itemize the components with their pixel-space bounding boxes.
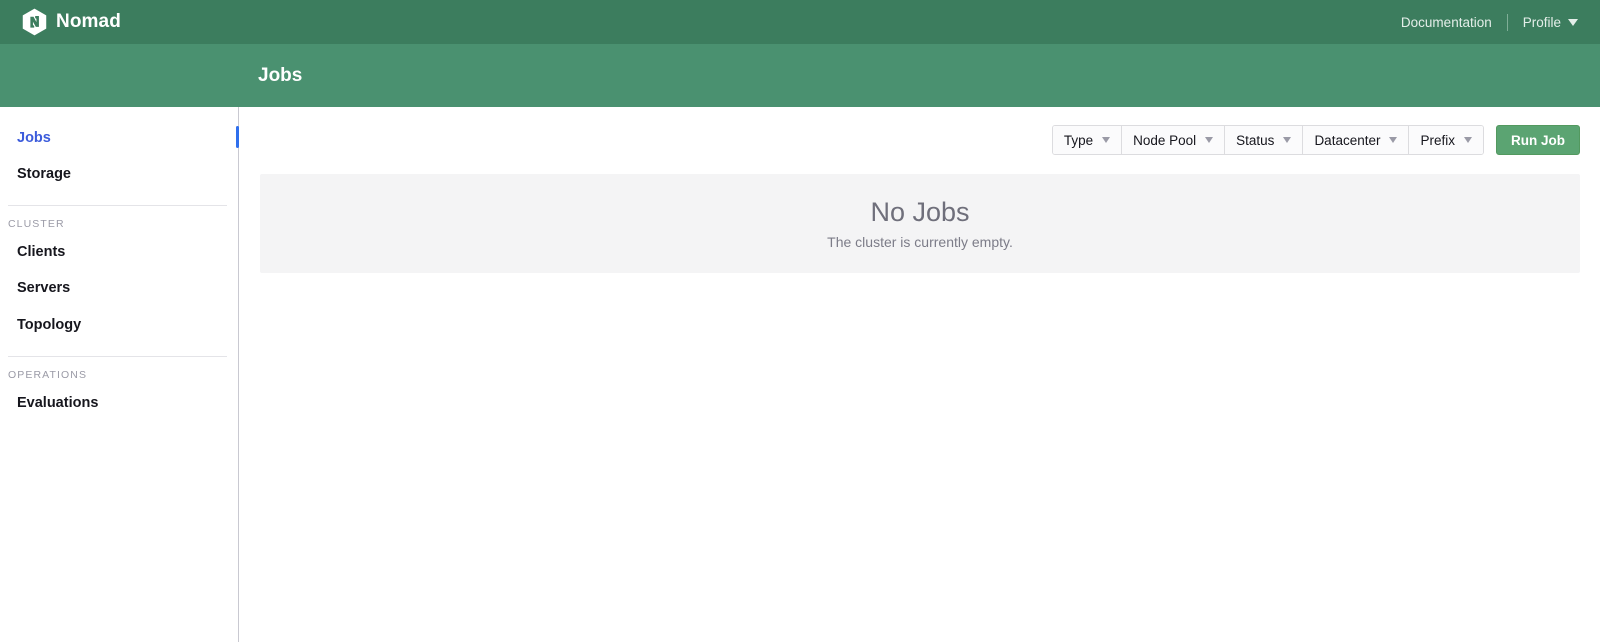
filter-label: Prefix bbox=[1420, 133, 1455, 148]
jobs-toolbar: Type Node Pool Status Datacenter Prefix … bbox=[240, 107, 1600, 155]
sidebar-item-clients[interactable]: Clients bbox=[0, 234, 238, 270]
chevron-down-icon bbox=[1205, 137, 1213, 143]
active-indicator-bar bbox=[236, 126, 239, 148]
filter-node-pool-dropdown[interactable]: Node Pool bbox=[1122, 126, 1225, 154]
filter-label: Node Pool bbox=[1133, 133, 1196, 148]
sidebar-item-label: Servers bbox=[17, 280, 70, 296]
sidebar-item-topology[interactable]: Topology bbox=[0, 307, 238, 343]
sidebar-item-jobs[interactable]: Jobs bbox=[0, 120, 238, 156]
chevron-down-icon bbox=[1464, 137, 1472, 143]
sidebar-item-label: Clients bbox=[17, 244, 65, 260]
sidebar-item-label: Jobs bbox=[17, 130, 51, 146]
sidebar-item-label: Storage bbox=[17, 166, 71, 182]
profile-menu-button[interactable]: Profile bbox=[1523, 15, 1578, 30]
filter-label: Type bbox=[1064, 133, 1093, 148]
filter-datacenter-dropdown[interactable]: Datacenter bbox=[1303, 126, 1409, 154]
chevron-down-icon bbox=[1102, 137, 1110, 143]
filter-prefix-dropdown[interactable]: Prefix bbox=[1409, 126, 1483, 154]
chevron-down-icon bbox=[1283, 137, 1291, 143]
brand-name-label: Nomad bbox=[56, 11, 121, 33]
sidebar-section-cluster-label: CLUSTER bbox=[0, 206, 238, 234]
top-nav-right-group: Documentation Profile bbox=[1401, 0, 1600, 44]
empty-state-title: No Jobs bbox=[870, 199, 969, 226]
page-subheader: Jobs bbox=[0, 44, 1600, 107]
sidebar-navigation: Jobs Storage CLUSTER Clients Servers Top… bbox=[0, 107, 239, 642]
chevron-down-icon bbox=[1568, 19, 1578, 26]
main-content-area: Type Node Pool Status Datacenter Prefix … bbox=[240, 107, 1600, 642]
filter-type-dropdown[interactable]: Type bbox=[1053, 126, 1122, 154]
run-job-button[interactable]: Run Job bbox=[1496, 125, 1580, 155]
brand-home-link[interactable]: Nomad bbox=[0, 0, 121, 44]
page-title: Jobs bbox=[0, 65, 302, 87]
filter-label: Status bbox=[1236, 133, 1274, 148]
sidebar-item-storage[interactable]: Storage bbox=[0, 156, 238, 192]
nomad-hexagon-logo-icon bbox=[22, 8, 47, 36]
filter-label: Datacenter bbox=[1314, 133, 1380, 148]
sidebar-item-label: Evaluations bbox=[17, 395, 98, 411]
documentation-link[interactable]: Documentation bbox=[1401, 15, 1492, 30]
empty-state-message: The cluster is currently empty. bbox=[827, 235, 1013, 249]
empty-state-panel: No Jobs The cluster is currently empty. bbox=[260, 174, 1580, 273]
sidebar-item-servers[interactable]: Servers bbox=[0, 270, 238, 306]
filter-status-dropdown[interactable]: Status bbox=[1225, 126, 1303, 154]
sidebar-item-label: Topology bbox=[17, 317, 81, 333]
top-navigation-bar: Nomad Documentation Profile bbox=[0, 0, 1600, 44]
nav-divider bbox=[1507, 14, 1508, 31]
sidebar-section-operations-label: OPERATIONS bbox=[0, 357, 238, 385]
sidebar-item-evaluations[interactable]: Evaluations bbox=[0, 385, 238, 421]
filter-button-group: Type Node Pool Status Datacenter Prefix bbox=[1052, 125, 1484, 155]
profile-label: Profile bbox=[1523, 15, 1561, 30]
chevron-down-icon bbox=[1389, 137, 1397, 143]
